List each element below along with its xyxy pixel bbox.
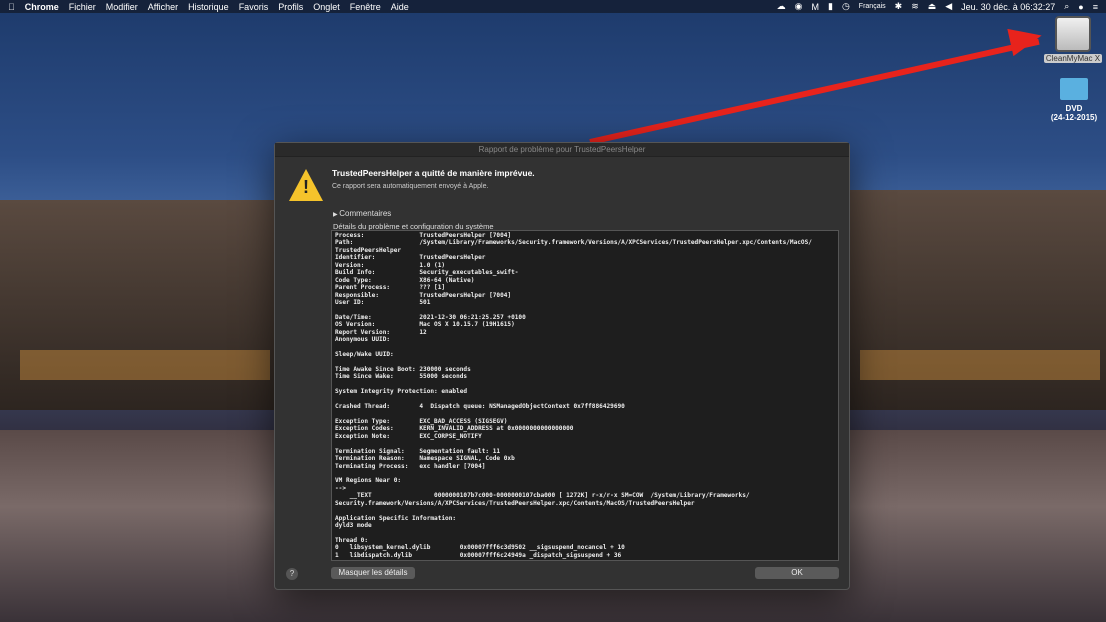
report-line: Application Specific Information:: [335, 514, 457, 522]
siri-icon[interactable]: ●: [1078, 2, 1083, 12]
report-line: Termination Signal: Segmentation fault: …: [335, 447, 501, 455]
warning-icon: !: [289, 169, 323, 201]
report-line: Exception Note: EXC_CORPSE_NOTIFY: [335, 432, 482, 440]
menu-bar:  Chrome Fichier Modifier Afficher Histo…: [0, 0, 1106, 13]
report-line: [335, 507, 835, 514]
comments-label: Commentaires: [339, 209, 392, 218]
report-line: Termination Reason: Namespace SIGNAL, Co…: [335, 455, 515, 463]
notification-center-icon[interactable]: ≡: [1093, 2, 1098, 12]
time-machine-icon[interactable]: ◷: [842, 1, 850, 12]
report-line: Code Type: X86-64 (Native): [335, 276, 475, 284]
report-line: [335, 470, 835, 477]
red-arrow-head: [1007, 21, 1045, 57]
menu-favoris[interactable]: Favoris: [239, 2, 269, 12]
volume-icon[interactable]: ◀: [945, 1, 952, 12]
eject-icon[interactable]: ⏏: [928, 1, 937, 12]
folder-label: DVD: [1065, 104, 1083, 113]
malwarebytes-icon[interactable]: M: [811, 2, 819, 12]
apple-icon[interactable]: : [8, 2, 15, 12]
desktop-folder-dvd[interactable]: DVD (24-12-2015): [1046, 78, 1102, 122]
menu-chrome[interactable]: Chrome: [25, 2, 59, 12]
trash-icon[interactable]: ▮: [828, 1, 833, 12]
dialog-title: TrustedPeersHelper a quitté de manière i…: [332, 168, 535, 178]
red-arrow: [589, 38, 1040, 145]
desktop-drive-cleanmymac[interactable]: CleanMyMac X: [1044, 16, 1102, 63]
report-line: Terminating Process: exc handler [7004]: [335, 462, 486, 470]
report-line: [335, 411, 835, 418]
report-line: [335, 396, 835, 403]
search-icon[interactable]: ⌕: [1064, 1, 1069, 12]
drive-icon: [1055, 16, 1091, 52]
menu-historique[interactable]: Historique: [188, 2, 229, 12]
report-line: Report Version: 12: [335, 328, 427, 336]
report-line: Build Info: Security_executables_swift-: [335, 269, 519, 277]
report-line: Exception Codes: KERN_INVALID_ADDRESS at…: [335, 425, 574, 433]
report-line: Sleep/Wake UUID:: [335, 351, 394, 358]
menu-fichier[interactable]: Fichier: [69, 2, 96, 12]
folder-icon: [1060, 78, 1088, 100]
report-line: [335, 358, 835, 365]
report-line: OS Version: Mac OS X 10.15.7 (19H1615): [335, 321, 515, 329]
cloud-icon[interactable]: ☁: [777, 1, 786, 12]
report-line: __TEXT 0000000107b7c000-0000000107cba000…: [335, 492, 750, 500]
report-line: [335, 344, 835, 351]
dialog-subtitle: Ce rapport sera automatiquement envoyé à…: [332, 183, 489, 190]
menu-afficher[interactable]: Afficher: [148, 2, 178, 12]
comments-disclosure[interactable]: ▶ Commentaires: [333, 209, 391, 218]
menu-fenetre[interactable]: Fenêtre: [350, 2, 381, 12]
building-lights-left: [20, 350, 270, 380]
report-line: User ID: 501: [335, 298, 431, 306]
ok-button[interactable]: OK: [755, 567, 839, 579]
ghost-icon[interactable]: ◉: [795, 1, 803, 12]
report-line: 1 libdispatch.dylib 0x00007fff6c24949a _…: [335, 551, 622, 559]
report-line: Anonymous UUID:: [335, 336, 391, 344]
report-line: Parent Process: ??? [1]: [335, 284, 446, 292]
report-line: Identifier: TrustedPeersHelper: [335, 254, 486, 262]
report-line: [335, 530, 835, 537]
building-lights-right: [860, 350, 1100, 380]
report-line: Responsible: TrustedPeersHelper [7004]: [335, 291, 512, 299]
report-line: Security.framework/Versions/A/XPCService…: [335, 499, 695, 507]
report-line: Crashed Thread: 4 Dispatch queue: NSMana…: [335, 403, 625, 411]
report-line: Path: /System/Library/Frameworks/Securit…: [335, 239, 812, 247]
folder-label-date: (24-12-2015): [1050, 113, 1098, 122]
report-line: VM Regions Near 0:: [335, 477, 402, 485]
menu-aide[interactable]: Aide: [391, 2, 409, 12]
input-language[interactable]: Français: [859, 3, 886, 10]
report-line: System Integrity Protection: enabled: [335, 388, 468, 396]
report-line: [335, 306, 835, 313]
menu-onglet[interactable]: Onglet: [313, 2, 340, 12]
window-title: Rapport de problème pour TrustedPeersHel…: [275, 143, 849, 157]
report-line: 0 libsystem_kernel.dylib 0x00007fff6c3d9…: [335, 544, 625, 552]
wifi-icon[interactable]: ≋: [911, 1, 919, 12]
menu-profils[interactable]: Profils: [278, 2, 303, 12]
report-text-area[interactable]: Process: TrustedPeersHelper [7004] Path: …: [331, 230, 839, 561]
help-button[interactable]: ?: [286, 568, 298, 580]
menu-modifier[interactable]: Modifier: [106, 2, 138, 12]
drive-label: CleanMyMac X: [1044, 54, 1102, 63]
crash-report-dialog: Rapport de problème pour TrustedPeersHel…: [274, 142, 850, 590]
bluetooth-icon[interactable]: ✱: [895, 1, 903, 12]
report-line: dyld3 mode: [335, 522, 372, 530]
report-line: [335, 440, 835, 447]
report-line: Time Since Wake: 55000 seconds: [335, 373, 468, 381]
hide-details-button[interactable]: Masquer les détails: [331, 567, 415, 579]
clock[interactable]: Jeu. 30 déc. à 06:32:27: [961, 2, 1055, 12]
